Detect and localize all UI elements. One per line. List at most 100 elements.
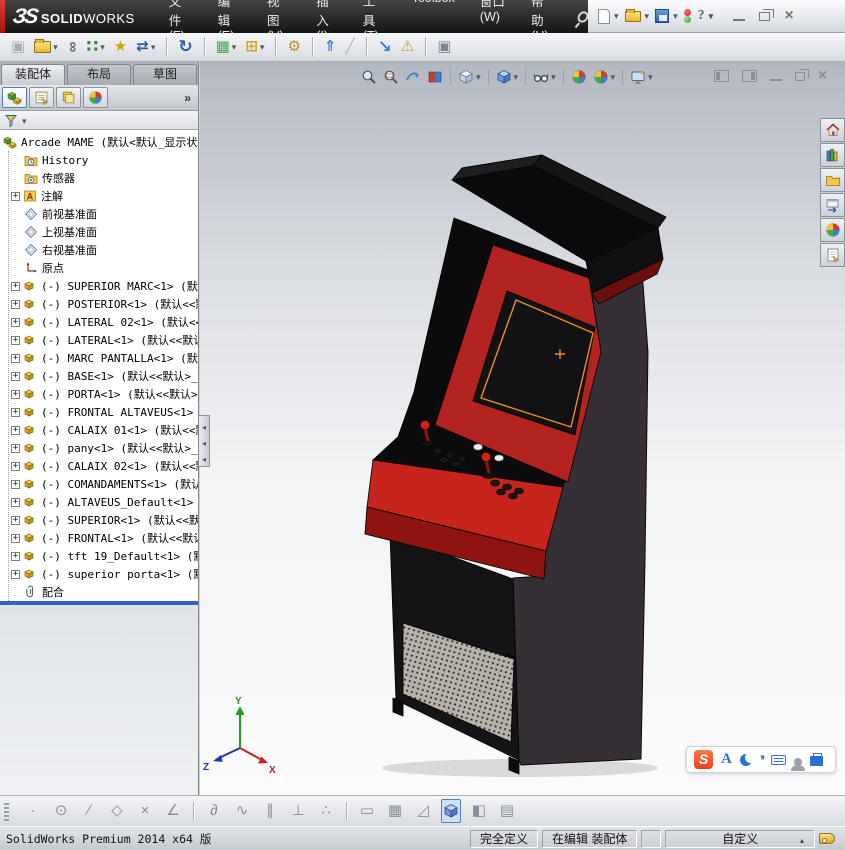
doc-restore-icon[interactable]: [794, 68, 809, 81]
tree-item-component[interactable]: (-) tft 19_Default<1> (默: [9, 547, 198, 565]
ime-mode-letter[interactable]: A: [721, 751, 732, 768]
tab-assembly[interactable]: 装配体: [1, 64, 65, 85]
linear-component-pattern-icon[interactable]: [85, 35, 105, 59]
tab-layout[interactable]: 布局: [67, 64, 131, 85]
tab-sketch[interactable]: 草图: [133, 64, 197, 85]
tree-item-front-plane[interactable]: 前视基准面: [9, 205, 198, 223]
previous-view-icon[interactable]: [404, 68, 422, 86]
doc-minimize-icon[interactable]: [769, 71, 782, 81]
restore-button[interactable]: [759, 8, 775, 21]
viewport-table-icon[interactable]: ▤: [497, 799, 517, 823]
close-button[interactable]: ×: [784, 8, 793, 24]
snap-polygon-icon[interactable]: ◇: [107, 799, 127, 823]
expand-toggle[interactable]: [11, 353, 20, 363]
tree-item-annotations[interactable]: 注解: [9, 187, 198, 205]
snap-angle-icon[interactable]: ∠: [163, 799, 183, 823]
tree-item-origin[interactable]: 原点: [9, 259, 198, 277]
pane-right-icon[interactable]: [741, 70, 757, 82]
ime-keyboard-icon[interactable]: [771, 754, 787, 765]
move-component-icon[interactable]: [135, 35, 156, 59]
tree-item-component[interactable]: (-) SUPERIOR MARC<1> (默认: [9, 277, 198, 295]
new-document-button[interactable]: [598, 8, 619, 24]
tree-item-component[interactable]: (-) PORTA<1> (默认<<默认>_: [9, 385, 198, 403]
rotate-component-icon[interactable]: [177, 35, 193, 59]
instant3d-warning-icon[interactable]: [400, 35, 415, 59]
tree-item-history[interactable]: History: [9, 151, 198, 169]
rebuild-button[interactable]: [684, 8, 692, 24]
mate-icon[interactable]: [66, 35, 79, 59]
displaymanager-tab[interactable]: [83, 87, 108, 108]
expand-toggle[interactable]: [11, 497, 20, 507]
custom-properties-icon[interactable]: [820, 243, 845, 267]
toolbar-grip[interactable]: [4, 801, 9, 821]
view-orientation-icon[interactable]: [457, 68, 482, 86]
tree-item-component[interactable]: (-) superior porta<1> (默: [9, 565, 198, 583]
sogou-logo-icon[interactable]: S: [694, 750, 713, 769]
tree-root-assembly[interactable]: Arcade MAME (默认<默认_显示状: [0, 133, 198, 151]
display-style-icon[interactable]: [495, 68, 520, 86]
expand-toggle[interactable]: [11, 461, 20, 471]
expand-toggle[interactable]: [11, 551, 20, 561]
expand-toggle[interactable]: [11, 443, 20, 453]
snap-point-icon[interactable]: ·: [23, 799, 43, 823]
snap-intersection-icon[interactable]: ×: [135, 799, 155, 823]
ime-moon-icon[interactable]: [739, 753, 752, 766]
tag-icon[interactable]: [819, 833, 835, 844]
file-explorer-icon[interactable]: [820, 193, 845, 217]
snap-parallel-icon[interactable]: ∥: [260, 799, 280, 823]
ime-punctuation-icon[interactable]: ’’: [760, 752, 765, 768]
arcade-cabinet-model[interactable]: [364, 154, 667, 777]
open-document-icon[interactable]: [33, 35, 59, 59]
tree-item-component[interactable]: (-) LATERAL 02<1> (默认<<默: [9, 313, 198, 331]
solidworks-resources-icon[interactable]: [820, 143, 845, 167]
panel-splitter-handle[interactable]: [199, 415, 210, 467]
zoom-to-area-icon[interactable]: [382, 68, 400, 86]
edit-appearance-icon[interactable]: [570, 68, 588, 86]
explode-line-sketch-icon[interactable]: [344, 35, 355, 59]
tree-item-component[interactable]: (-) LATERAL<1> (默认<<默认: [9, 331, 198, 349]
expand-toggle[interactable]: [11, 281, 20, 291]
design-library-icon[interactable]: [820, 168, 845, 192]
apply-scene-icon[interactable]: [592, 68, 617, 86]
smart-fasteners-icon[interactable]: [113, 35, 128, 59]
expand-toggle[interactable]: [11, 389, 20, 399]
configurationmanager-tab[interactable]: [56, 87, 81, 108]
view-settings-icon[interactable]: [629, 68, 654, 86]
help-button[interactable]: ?: [698, 8, 714, 24]
tree-item-component[interactable]: (-) CALAIX 02<1> (默认<<默: [9, 457, 198, 475]
shaded-cube-icon[interactable]: [441, 799, 461, 823]
expand-toggle[interactable]: [11, 407, 20, 417]
snap-tangent-icon[interactable]: ∂: [204, 799, 224, 823]
tree-item-component[interactable]: (-) COMANDAMENTS<1> (默认: [9, 475, 198, 493]
minimize-button[interactable]: [733, 11, 746, 21]
new-motion-study-icon[interactable]: [286, 35, 301, 59]
propertymanager-tab[interactable]: [29, 87, 54, 108]
snap-grid-icon[interactable]: ▦: [385, 799, 405, 823]
zoom-to-fit-icon[interactable]: [360, 68, 378, 86]
graphics-area[interactable]: ×: [200, 62, 845, 795]
expand-toggle[interactable]: [11, 191, 20, 201]
expand-toggle[interactable]: [11, 317, 20, 327]
tree-item-component[interactable]: (-) MARC PANTALLA<1> (默认: [9, 349, 198, 367]
custom-toolbar-selector[interactable]: 自定义: [665, 829, 816, 849]
hide-show-items-icon[interactable]: [532, 68, 557, 86]
ime-user-icon[interactable]: [791, 757, 806, 771]
tree-item-component[interactable]: (-) SUPERIOR<1> (默认<<默: [9, 511, 198, 529]
snap-center-icon[interactable]: ⊙: [51, 799, 71, 823]
save-button[interactable]: [655, 9, 678, 23]
pane-left-icon[interactable]: [713, 70, 729, 82]
large-design-review-icon[interactable]: [377, 35, 393, 59]
tree-item-component[interactable]: (-) FRONTAL ALTAVEUS<1> (默: [9, 403, 198, 421]
expand-toggle[interactable]: [11, 299, 20, 309]
expand-toggle[interactable]: [11, 533, 20, 543]
featuremanager-tree-tab[interactable]: [2, 87, 27, 108]
expand-toggle[interactable]: [11, 515, 20, 525]
expand-toggle[interactable]: [11, 425, 20, 435]
tree-item-mates[interactable]: 配合: [9, 583, 198, 601]
appearances-scenes-icon[interactable]: [820, 218, 845, 242]
filter-dropdown[interactable]: [20, 113, 27, 127]
manager-overflow-chevron[interactable]: »: [184, 91, 191, 105]
tree-item-component[interactable]: (-) CALAIX 01<1> (默认<<默: [9, 421, 198, 439]
section-view-icon[interactable]: [426, 68, 444, 86]
tree-item-component[interactable]: (-) pany<1> (默认<<默认>_: [9, 439, 198, 457]
